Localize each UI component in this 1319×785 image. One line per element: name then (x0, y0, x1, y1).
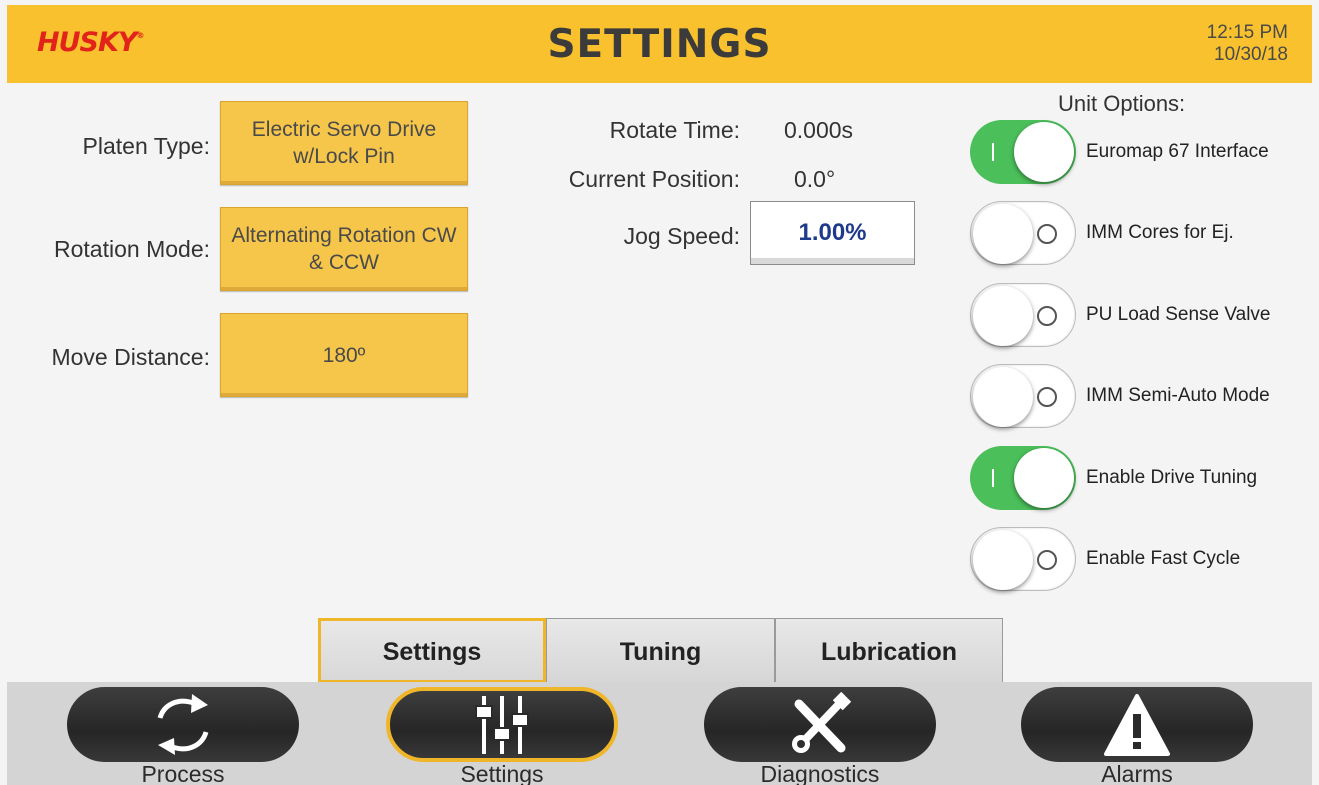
platen-type-button[interactable]: Electric Servo Drive w/Lock Pin (220, 101, 468, 185)
warning-icon (1104, 693, 1170, 756)
header-bar: HUSKY® SETTINGS 12:15 PM 10/30/18 (7, 5, 1312, 83)
toggle-knob (973, 530, 1033, 590)
rotation-mode-button[interactable]: Alternating Rotation CW & CCW (220, 207, 468, 291)
tools-icon (792, 691, 852, 753)
move-distance-label: Move Distance: (51, 344, 210, 370)
sliders-icon (475, 695, 529, 754)
nav-settings-button[interactable] (386, 687, 618, 762)
toggle-knob (1014, 448, 1074, 508)
tab-tuning[interactable]: Tuning (546, 618, 775, 683)
unit-options-title: Unit Options: (1058, 91, 1186, 116)
option-label: Enable Drive Tuning (1086, 467, 1258, 488)
toggle-switch[interactable] (970, 201, 1076, 265)
jog-speed-label: Jog Speed: (623, 223, 740, 249)
off-mark-icon (1037, 387, 1057, 407)
option-label: PU Load Sense Valve (1086, 304, 1271, 325)
platen-type-label: Platen Type: (82, 133, 210, 159)
current-position-label: Current Position: (568, 166, 740, 192)
rotate-time-label: Rotate Time: (609, 117, 740, 143)
nav-settings-label: Settings (460, 761, 544, 785)
jog-speed-input[interactable]: 1.00% (750, 201, 915, 265)
on-mark-icon (992, 143, 994, 161)
nav-alarms-button[interactable] (1021, 687, 1253, 762)
page-title: SETTINGS (547, 22, 772, 67)
off-mark-icon (1037, 306, 1057, 326)
nav-process-button[interactable] (67, 687, 299, 762)
toggle-knob (973, 286, 1033, 346)
option-label: Enable Fast Cycle (1086, 548, 1241, 569)
nav-diagnostics-button[interactable] (704, 687, 936, 762)
clock: 12:15 PM 10/30/18 (1207, 22, 1288, 66)
option-label: IMM Cores for Ej. (1086, 222, 1234, 243)
nav-process-label: Process (141, 761, 225, 785)
clock-date: 10/30/18 (1214, 44, 1288, 65)
refresh-arrows-icon (157, 693, 209, 755)
rotation-mode-label: Rotation Mode: (54, 236, 210, 262)
rotate-time-value: 0.000s (784, 117, 854, 143)
option-label: IMM Semi-Auto Mode (1086, 385, 1270, 406)
toggle-knob (973, 367, 1033, 427)
toggle-switch[interactable] (970, 120, 1076, 184)
bottom-nav: Process Settings Diagnostics Alarms (7, 682, 1312, 785)
toggle-switch[interactable] (970, 364, 1076, 428)
tab-settings[interactable]: Settings (318, 618, 546, 683)
tab-lubrication[interactable]: Lubrication (775, 618, 1003, 683)
toggle-knob (1014, 122, 1074, 182)
on-mark-icon (992, 469, 994, 487)
toggle-switch[interactable] (970, 283, 1076, 347)
off-mark-icon (1037, 550, 1057, 570)
toggle-switch[interactable] (970, 446, 1076, 510)
nav-diagnostics-label: Diagnostics (760, 761, 880, 785)
current-position-value: 0.0° (794, 166, 836, 192)
toggle-switch[interactable] (970, 527, 1076, 591)
off-mark-icon (1037, 224, 1057, 244)
nav-alarms-label: Alarms (1101, 761, 1173, 785)
toggle-knob (973, 204, 1033, 264)
move-distance-button[interactable]: 180º (220, 313, 468, 397)
clock-time: 12:15 PM (1206, 22, 1288, 43)
option-label: Euromap 67 Interface (1086, 141, 1269, 162)
